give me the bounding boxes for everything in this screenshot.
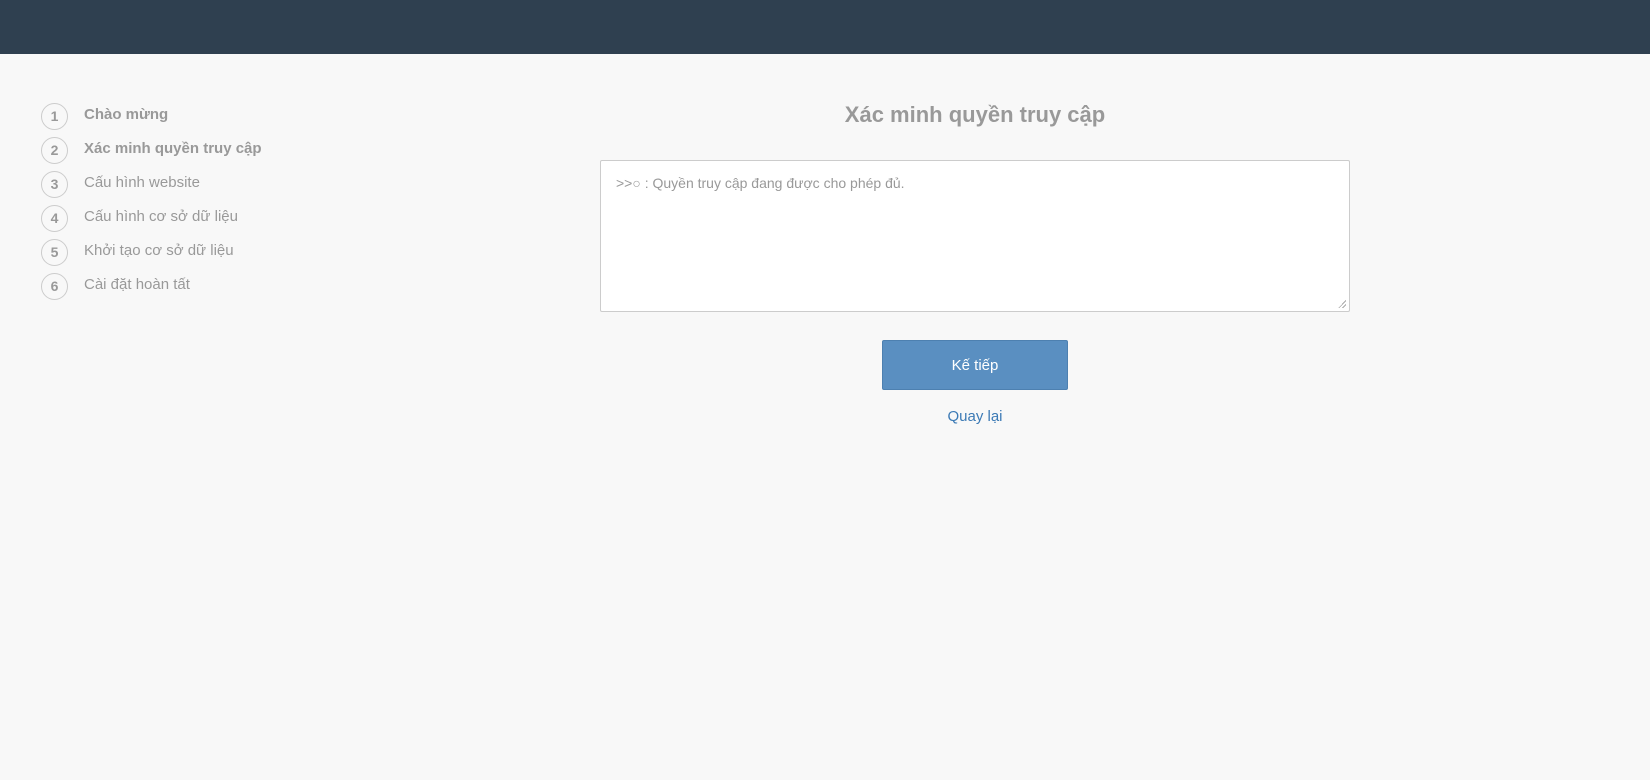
step-database-init: 5 Khởi tạo cơ sở dữ liệu — [41, 235, 301, 269]
log-text: >>○ : Quyền truy cập đang được cho phép … — [616, 175, 905, 191]
step-website-config: 3 Cấu hình website — [41, 167, 301, 201]
installer-steps: 1 Chào mừng 2 Xác minh quyền truy cập 3 … — [41, 99, 301, 303]
step-label: Cấu hình website — [84, 174, 200, 191]
step-number: 5 — [41, 238, 68, 266]
step-number: 6 — [41, 272, 68, 300]
step-label: Cài đặt hoàn tất — [84, 276, 190, 293]
step-number: 3 — [41, 170, 68, 198]
verification-log-textarea[interactable]: >>○ : Quyền truy cập đang được cho phép … — [600, 160, 1350, 312]
step-number: 4 — [41, 204, 68, 232]
step-install-complete: 6 Cài đặt hoàn tất — [41, 269, 301, 303]
top-bar — [0, 0, 1650, 54]
step-verify-access: 2 Xác minh quyền truy cập — [41, 133, 301, 167]
back-link[interactable]: Quay lại — [600, 408, 1350, 425]
resize-grip-icon[interactable] — [1338, 300, 1346, 308]
step-welcome: 1 Chào mừng — [41, 99, 301, 133]
step-label: Cấu hình cơ sở dữ liệu — [84, 208, 238, 225]
page-title: Xác minh quyền truy cập — [844, 102, 1106, 127]
step-label: Khởi tạo cơ sở dữ liệu — [84, 242, 234, 259]
step-label: Xác minh quyền truy cập — [84, 140, 262, 157]
step-label: Chào mừng — [84, 106, 169, 123]
next-button[interactable]: Kế tiếp — [882, 340, 1068, 390]
step-number: 2 — [41, 136, 68, 164]
step-database-config: 4 Cấu hình cơ sở dữ liệu — [41, 201, 301, 235]
step-number: 1 — [41, 102, 68, 130]
